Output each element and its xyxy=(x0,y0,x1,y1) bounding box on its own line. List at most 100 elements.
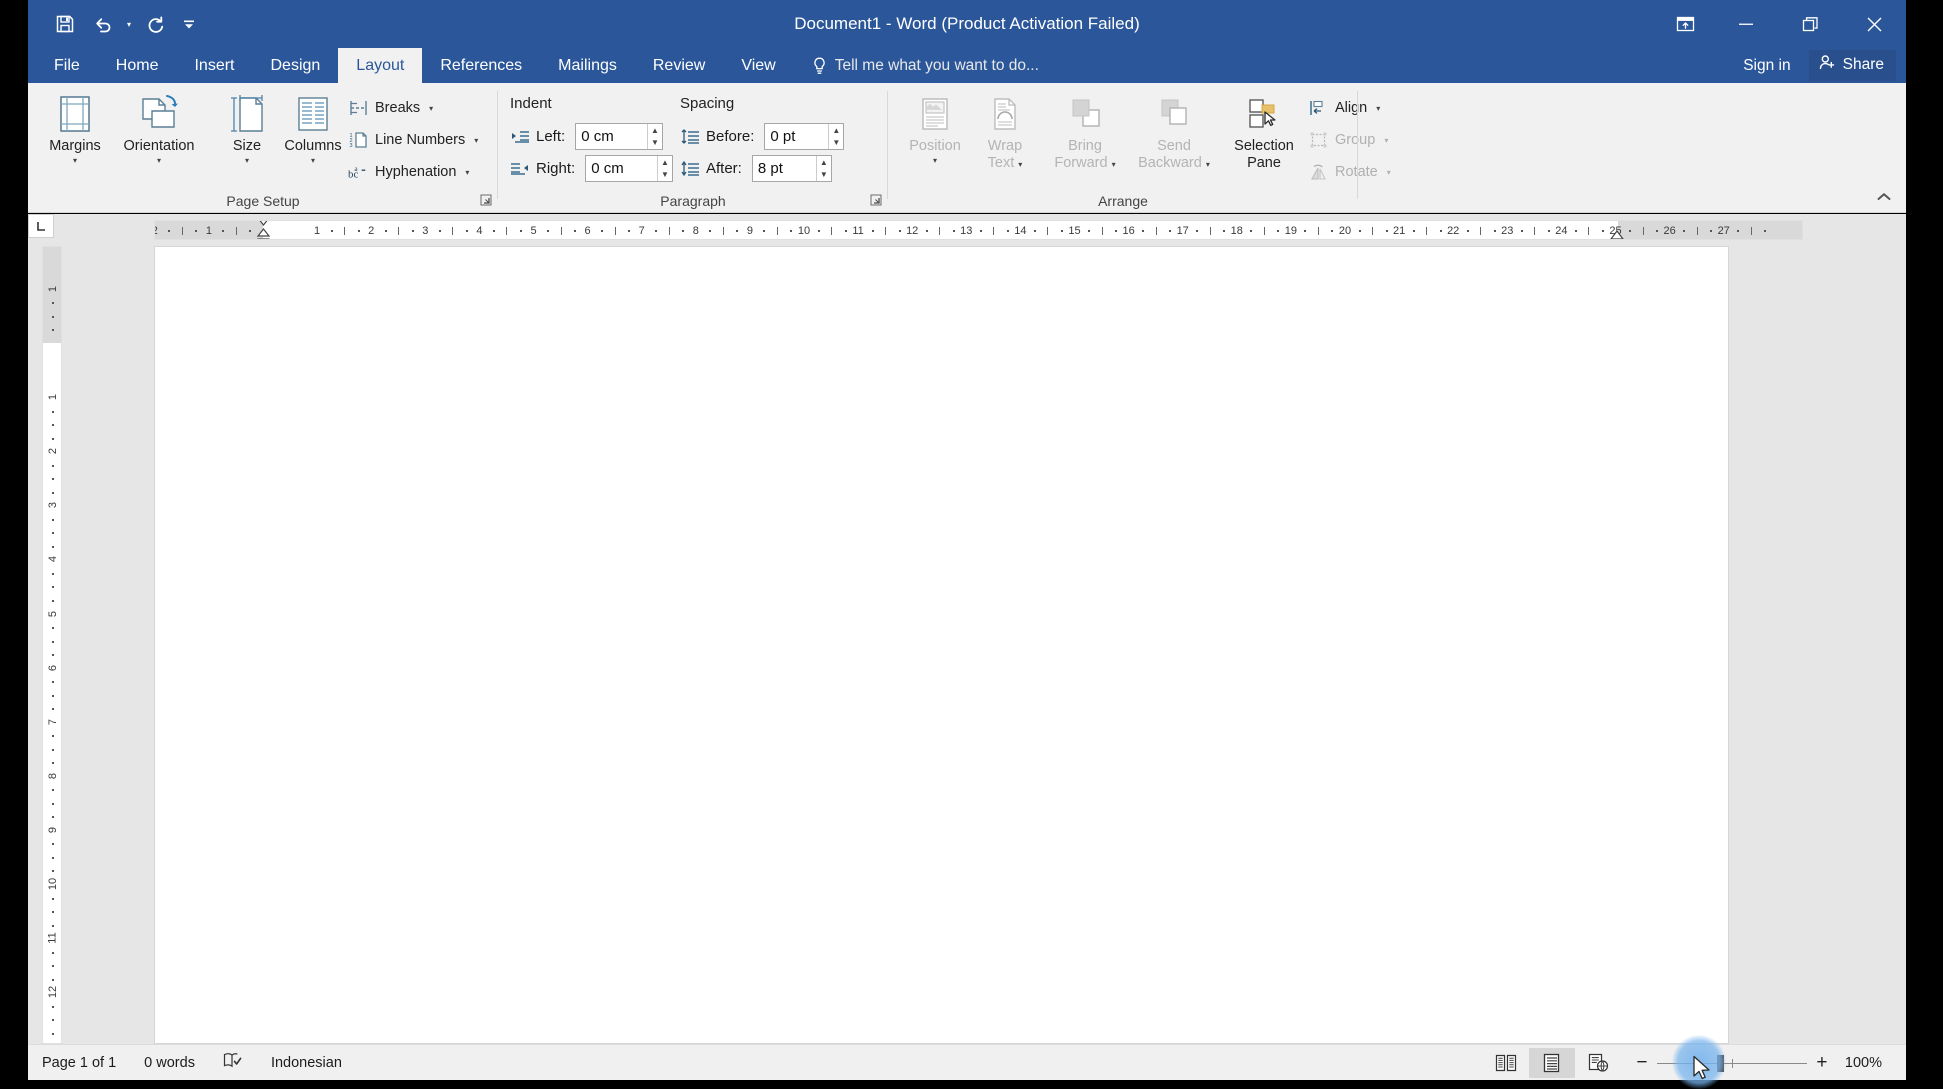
zoom-slider-thumb[interactable] xyxy=(1716,1055,1724,1072)
tab-file[interactable]: File xyxy=(36,48,98,83)
sign-in-button[interactable]: Sign in xyxy=(1735,57,1798,75)
indent-left-input[interactable] xyxy=(576,124,647,149)
right-indent-marker[interactable] xyxy=(1610,229,1624,239)
ruler-tick-label: 24 xyxy=(1555,225,1568,237)
customize-quick-access-toolbar-button[interactable] xyxy=(174,7,204,41)
chevron-down-icon: ▾ xyxy=(310,156,315,165)
bring-forward-label-1: Bring xyxy=(1068,138,1102,154)
vertical-ruler[interactable]: 1 1 2 3 4 5 6 7 8 9 10 11 12 xyxy=(42,246,62,1044)
selection-pane-button[interactable]: Selection Pane xyxy=(1218,88,1310,180)
tab-stop-selector[interactable] xyxy=(28,214,54,238)
ruler-tick-label: 3 xyxy=(422,225,429,237)
tab-insert[interactable]: Insert xyxy=(176,48,252,83)
ruler-quarter-dot xyxy=(1574,230,1577,232)
spinner-up-icon[interactable]: ▲ xyxy=(661,158,669,167)
proofing-status[interactable] xyxy=(209,1045,257,1081)
chevron-down-icon: ▾ xyxy=(1018,160,1023,169)
web-layout-button[interactable] xyxy=(1575,1048,1621,1078)
vertical-scrollbar[interactable] xyxy=(1888,214,1904,1044)
group-button[interactable]: Group ▾ xyxy=(1308,127,1388,153)
restore-button[interactable] xyxy=(1778,0,1842,48)
left-indent-marker[interactable] xyxy=(256,221,271,239)
spinner-down-icon[interactable]: ▼ xyxy=(832,138,840,147)
ruler-half-mark xyxy=(831,227,833,235)
breaks-button[interactable]: Breaks ▾ xyxy=(348,95,433,121)
line-numbers-button[interactable]: 123 Line Numbers ▾ xyxy=(348,127,478,153)
spinner-down-icon[interactable]: ▼ xyxy=(820,170,828,179)
tab-view[interactable]: View xyxy=(723,48,793,83)
word-count[interactable]: 0 words xyxy=(130,1045,209,1081)
spacing-before-spinner[interactable]: ▲ ▼ xyxy=(828,124,843,149)
tell-me-search-box[interactable]: Tell me what you want to do... xyxy=(794,48,1039,83)
spinner-up-icon[interactable]: ▲ xyxy=(832,126,840,135)
size-button[interactable]: Size ▾ xyxy=(210,88,284,180)
document-page[interactable] xyxy=(154,246,1729,1044)
spinner-down-icon[interactable]: ▼ xyxy=(661,170,669,179)
zoom-in-button[interactable]: + xyxy=(1807,1048,1837,1078)
title-bar: ▾ Document1 - Word (Product Activation F… xyxy=(28,0,1906,48)
share-button[interactable]: Share xyxy=(1808,50,1896,81)
paragraph-dialog-launcher[interactable] xyxy=(870,194,884,208)
align-button[interactable]: Align ▾ xyxy=(1308,95,1380,121)
hyphenation-button[interactable]: bc a Hyphenation ▾ xyxy=(348,159,469,185)
save-button[interactable] xyxy=(46,7,84,41)
zoom-out-button[interactable]: − xyxy=(1627,1048,1657,1078)
ribbon-display-options-button[interactable] xyxy=(1656,0,1714,48)
ruler-half-mark xyxy=(235,227,237,235)
bring-forward-button[interactable]: Bring Forward ▾ xyxy=(1040,88,1130,180)
orientation-button[interactable]: Orientation ▾ xyxy=(112,88,206,180)
ruler-quarter-dot xyxy=(817,230,820,232)
read-mode-button[interactable] xyxy=(1483,1048,1529,1078)
close-button[interactable] xyxy=(1842,0,1906,48)
indent-right-spinner[interactable]: ▲ ▼ xyxy=(656,156,672,181)
zoom-slider[interactable] xyxy=(1656,1048,1807,1078)
tab-review[interactable]: Review xyxy=(635,48,723,83)
undo-button[interactable] xyxy=(84,7,122,41)
indent-left-spinner[interactable]: ▲ ▼ xyxy=(646,124,662,149)
ruler-tick-label: 13 xyxy=(960,225,973,237)
tab-references[interactable]: References xyxy=(422,48,540,83)
position-button[interactable]: Position ▾ xyxy=(898,88,972,180)
indent-heading: Indent xyxy=(510,95,552,112)
language-indicator[interactable]: Indonesian xyxy=(257,1045,356,1081)
spinner-up-icon[interactable]: ▲ xyxy=(820,158,828,167)
page-indicator[interactable]: Page 1 of 1 xyxy=(28,1045,130,1081)
tab-home[interactable]: Home xyxy=(98,48,177,83)
undo-dropdown-icon[interactable]: ▾ xyxy=(122,7,136,41)
margins-label: Margins xyxy=(49,138,101,154)
ribbon-tab-bar: File Home Insert Design Layout Reference… xyxy=(28,48,1906,83)
page-setup-dialog-launcher[interactable] xyxy=(480,194,494,208)
spacing-heading: Spacing xyxy=(680,95,735,112)
zoom-level-label[interactable]: 100% xyxy=(1837,1055,1896,1071)
vertical-ruler-dot xyxy=(52,302,54,305)
ruler-quarter-dot xyxy=(547,230,550,232)
spacing-before-input[interactable] xyxy=(765,124,829,149)
horizontal-ruler[interactable]: 2112345678910111213141516171819202122232… xyxy=(154,220,1803,240)
tab-layout[interactable]: Layout xyxy=(338,48,423,83)
columns-button[interactable]: Columns ▾ xyxy=(276,88,350,180)
rotate-button[interactable]: Rotate ▾ xyxy=(1308,159,1391,185)
spacing-before-field[interactable]: ▲▼ xyxy=(764,123,845,150)
indent-right-field[interactable]: ▲▼ xyxy=(585,155,674,182)
spinner-down-icon[interactable]: ▼ xyxy=(651,138,659,147)
indent-right-input[interactable] xyxy=(586,156,657,181)
send-backward-button[interactable]: Send Backward ▾ xyxy=(1126,88,1222,180)
print-layout-button[interactable] xyxy=(1528,1048,1575,1078)
margins-button[interactable]: Margins ▾ xyxy=(38,88,112,180)
ruler-quarter-dot xyxy=(763,230,766,232)
ruler-quarter-dot xyxy=(1277,230,1280,232)
spacing-after-spinner[interactable]: ▲ ▼ xyxy=(815,156,831,181)
indent-left-field[interactable]: ▲▼ xyxy=(575,123,664,150)
share-label: Share xyxy=(1842,56,1884,73)
minimize-button[interactable] xyxy=(1714,0,1778,48)
ruler-tick-label: 16 xyxy=(1122,225,1135,237)
spacing-after-row: After: ▲▼ xyxy=(680,155,832,182)
tab-design[interactable]: Design xyxy=(252,48,338,83)
spinner-up-icon[interactable]: ▲ xyxy=(651,126,659,135)
collapse-ribbon-button[interactable] xyxy=(1874,188,1894,206)
spacing-after-field[interactable]: ▲▼ xyxy=(751,155,832,182)
wrap-text-button[interactable]: Wrap Text ▾ xyxy=(968,88,1042,180)
tab-mailings[interactable]: Mailings xyxy=(540,48,635,83)
spacing-after-input[interactable] xyxy=(752,156,816,181)
redo-button[interactable] xyxy=(136,7,174,41)
